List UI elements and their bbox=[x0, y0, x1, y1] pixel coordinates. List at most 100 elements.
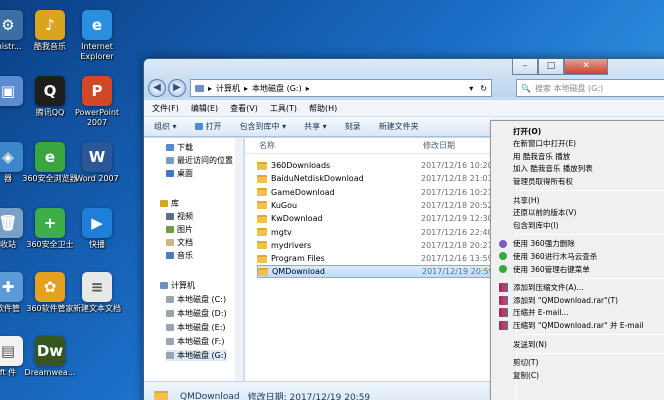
address-dropdown-icon[interactable]: ▾ bbox=[469, 84, 476, 93]
context-menu-label: 添加到压缩文件(A)... bbox=[513, 283, 584, 293]
context-menu-label: 发送到(N) bbox=[513, 339, 547, 349]
desktop-shortcut[interactable]: P PowerPoint 2007 bbox=[67, 76, 127, 128]
menu-item[interactable]: 文件(F) bbox=[152, 103, 179, 114]
refresh-icon[interactable]: ↻ bbox=[480, 84, 491, 93]
context-menu-label: 加入 酷我音乐 播放列表 bbox=[513, 164, 593, 174]
context-menu-item[interactable]: 共享(H) bbox=[493, 194, 664, 206]
nav-item-libraries[interactable]: 库 bbox=[160, 198, 179, 209]
toolbar-button[interactable]: 刻录 bbox=[345, 121, 361, 132]
maximize-button[interactable]: □ bbox=[538, 59, 564, 75]
context-menu-item[interactable]: 在新窗口中打开(E) bbox=[493, 138, 664, 150]
file-row[interactable]: QMDownload 2017/12/19 20:59 bbox=[257, 265, 497, 279]
nav-item-music[interactable]: 音乐 bbox=[166, 250, 193, 261]
context-menu-item[interactable]: 打开(O) bbox=[493, 125, 664, 137]
file-row[interactable]: mydrivers 2017/12/18 20:27 bbox=[257, 239, 497, 252]
file-row[interactable]: GameDownload 2017/12/16 10:21 bbox=[257, 186, 497, 199]
context-menu-item[interactable]: 管理员取得所有权 bbox=[493, 175, 664, 187]
nav-item-downloads[interactable]: 下载 bbox=[166, 142, 193, 153]
menu-item[interactable]: 编辑(E) bbox=[191, 103, 218, 114]
nav-item-computer[interactable]: 计算机 bbox=[160, 280, 195, 291]
desktop-shortcut[interactable]: Dw Dreamwea... bbox=[20, 336, 80, 378]
menu-item-icon-slot bbox=[493, 295, 513, 305]
nav-label: 最近访问的位置 bbox=[177, 156, 233, 165]
file-row[interactable]: KuGou 2017/12/18 20:52 bbox=[257, 199, 497, 212]
toolbar-button[interactable]: 包含到库中 ▾ bbox=[240, 121, 287, 132]
search-input[interactable]: 🔍 搜索 本地磁盘 (G:) bbox=[516, 79, 664, 97]
menu-item[interactable]: 帮助(H) bbox=[309, 103, 337, 114]
context-menu-item[interactable]: 剪切(T) bbox=[493, 357, 664, 369]
desktop-shortcut-label: PowerPoint 2007 bbox=[74, 108, 120, 127]
app-icon: e bbox=[35, 142, 65, 172]
file-row[interactable]: mgtv 2017/12/16 22:40 bbox=[257, 226, 497, 239]
nav-item-drive-c[interactable]: 本地磁盘 (C:) bbox=[166, 294, 226, 305]
nav-item-pictures[interactable]: 图片 bbox=[166, 224, 193, 235]
toolbar-button[interactable]: 新建文件夹 bbox=[379, 121, 419, 132]
breadcrumb-separator-icon: ▸ bbox=[244, 83, 249, 93]
desktop-shortcut-label: 新建文本文档 bbox=[73, 304, 121, 313]
file-row[interactable]: 360Downloads 2017/12/16 10:20 bbox=[257, 159, 497, 172]
context-menu-item[interactable]: 压缩到 "QMDownload.rar" 并 E-mail bbox=[493, 319, 664, 331]
file-row[interactable]: BaiduNetdiskDownload 2017/12/18 21:03 bbox=[257, 172, 497, 185]
context-menu-item[interactable]: 使用 360强力删除 bbox=[493, 238, 664, 250]
toolbar-button[interactable]: 共享 ▾ bbox=[304, 121, 327, 132]
context-menu-label: 压缩并 E-mail... bbox=[513, 308, 569, 318]
desktop-shortcut[interactable]: ▶ 快播 bbox=[67, 208, 127, 250]
nav-scrollbar[interactable] bbox=[235, 138, 243, 400]
file-row[interactable]: KwDownload 2017/12/19 12:30 bbox=[257, 212, 497, 225]
file-name: mydrivers bbox=[271, 240, 312, 250]
toolbar-button-label: 新建文件夹 bbox=[378, 122, 419, 131]
nav-label: 文档 bbox=[177, 238, 193, 247]
search-placeholder: 搜索 本地磁盘 (G:) bbox=[534, 83, 604, 93]
menu-item[interactable]: 查看(V) bbox=[230, 103, 258, 114]
download-icon bbox=[166, 144, 174, 151]
context-menu-item[interactable]: 压缩并 E-mail... bbox=[493, 307, 664, 319]
drive-icon bbox=[166, 310, 174, 317]
back-button[interactable]: ◀ bbox=[148, 79, 166, 97]
toolbar-button[interactable]: 组织 ▾ bbox=[154, 121, 177, 132]
context-menu-label: 共享(H) bbox=[513, 195, 540, 205]
desktop-icon bbox=[166, 170, 174, 177]
desktop-shortcut[interactable]: ≡ 新建文本文档 bbox=[67, 272, 127, 314]
context-menu-item[interactable]: 使用 360管理右键菜单 bbox=[493, 263, 664, 275]
app-icon: P bbox=[82, 76, 112, 106]
window-titlebar[interactable]: – □ ✕ ◀ ▶ ▸ 计算机 ▸ 本地磁盘 (G:) ▸ ▾ ↻ 🔍 搜索 本… bbox=[144, 59, 664, 97]
context-menu-item[interactable]: 添加到 "QMDownload.rar"(T) bbox=[493, 294, 664, 306]
column-header-name[interactable]: 名称 bbox=[259, 138, 275, 153]
toolbar-button[interactable]: 打开 bbox=[194, 121, 222, 132]
context-menu-item[interactable]: 使用 360进行木马云查杀 bbox=[493, 250, 664, 262]
nav-item-drive-e[interactable]: 本地磁盘 (E:) bbox=[166, 322, 226, 333]
context-menu-label: 压缩到 "QMDownload.rar" 并 E-mail bbox=[513, 320, 644, 330]
context-menu-item[interactable]: 复制(C) bbox=[493, 369, 664, 381]
folder-icon bbox=[154, 391, 168, 400]
folder-icon bbox=[257, 254, 267, 263]
column-header-date[interactable]: 修改日期 bbox=[423, 138, 455, 153]
context-menu-item[interactable]: 加入 酷我音乐 播放列表 bbox=[493, 163, 664, 175]
menu-item[interactable]: 工具(T) bbox=[270, 103, 297, 114]
desktop-shortcut[interactable]: W Word 2007 bbox=[67, 142, 127, 184]
drive-icon bbox=[166, 324, 174, 331]
file-date: 2017/12/16 10:20 bbox=[421, 161, 493, 170]
desktop-shortcut[interactable]: e Internet Explorer bbox=[67, 10, 127, 62]
context-menu-item[interactable]: 还原以前的版本(V) bbox=[493, 207, 664, 219]
context-menu-item[interactable]: 包含到库中(I) bbox=[493, 219, 664, 231]
context-menu-item[interactable]: 发送到(N) bbox=[493, 338, 664, 350]
nav-item-desktop[interactable]: 桌面 bbox=[166, 168, 193, 179]
library-icon bbox=[160, 200, 168, 207]
minimize-button[interactable]: – bbox=[512, 59, 538, 75]
nav-item-videos[interactable]: 视频 bbox=[166, 211, 193, 222]
close-button[interactable]: ✕ bbox=[564, 59, 608, 75]
forward-button[interactable]: ▶ bbox=[168, 79, 186, 97]
search-icon: 🔍 bbox=[521, 83, 531, 93]
breadcrumb-drive-g[interactable]: 本地磁盘 (G:) bbox=[252, 83, 302, 94]
nav-item-recent[interactable]: 最近访问的位置 bbox=[166, 155, 233, 166]
nav-item-drive-f[interactable]: 本地磁盘 (F:) bbox=[166, 336, 224, 347]
nav-item-drive-d[interactable]: 本地磁盘 (D:) bbox=[166, 308, 227, 319]
context-menu-item[interactable]: 添加到压缩文件(A)... bbox=[493, 282, 664, 294]
breadcrumb-computer[interactable]: 计算机 bbox=[216, 83, 240, 94]
nav-item-documents[interactable]: 文档 bbox=[166, 237, 193, 248]
nav-label: 库 bbox=[171, 199, 179, 208]
file-row[interactable]: Program Files 2017/12/16 13:59 bbox=[257, 252, 497, 265]
context-menu-item[interactable]: 用 酷我音乐 播放 bbox=[493, 150, 664, 162]
address-bar[interactable]: ▸ 计算机 ▸ 本地磁盘 (G:) ▸ ▾ ↻ bbox=[190, 79, 492, 97]
nav-item-drive-g[interactable]: 本地磁盘 (G:) bbox=[166, 350, 227, 361]
